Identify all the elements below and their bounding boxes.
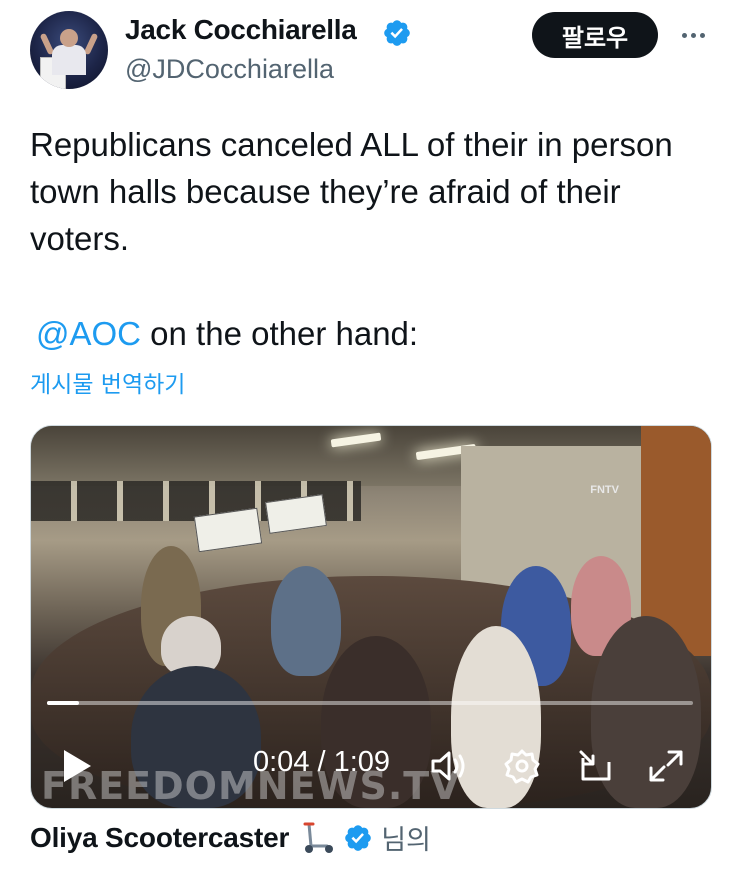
video-progress-bar[interactable] (47, 701, 693, 705)
author-avatar[interactable] (30, 11, 108, 89)
kick-scooter-icon (303, 822, 334, 853)
play-icon[interactable] (61, 748, 93, 784)
tweet-text-line: Republicans canceled ALL of their in per… (30, 126, 673, 257)
author-handle[interactable]: @JDCocchiarella (125, 54, 334, 85)
tweet-mention-line: @AOC on the other hand: (36, 310, 418, 357)
follow-button[interactable]: 팔로우 (532, 12, 658, 58)
picture-in-picture-icon[interactable] (577, 748, 615, 784)
volume-icon[interactable] (429, 748, 469, 784)
video-time: 0:04 / 1:09 (253, 746, 391, 778)
tweet-text-rest: on the other hand: (141, 315, 419, 352)
mention-link[interactable]: @AOC (36, 315, 141, 352)
tweet-body: Republicans canceled ALL of their in per… (30, 121, 720, 262)
fullscreen-icon[interactable] (647, 748, 685, 784)
settings-gear-icon[interactable] (503, 748, 541, 784)
author-name[interactable]: Jack Cocchiarella (125, 14, 357, 46)
translate-post-link[interactable]: 게시물 번역하기 (30, 365, 185, 399)
protest-sign (193, 507, 263, 553)
video-player[interactable]: FNTV FREEDOMNEWS.TV 0:04 / 1:09 (30, 425, 712, 809)
verified-badge-icon (345, 824, 372, 851)
protest-sign (265, 494, 327, 534)
quoted-user-name[interactable]: Oliya Scootercaster (30, 822, 289, 854)
channel-bug: FNTV (590, 484, 619, 496)
quoted-user-row[interactable]: Oliya Scootercaster 님의 (30, 818, 431, 857)
video-progress-fill (47, 701, 80, 705)
more-options-icon[interactable] (676, 22, 710, 48)
video-controls: 0:04 / 1:09 (31, 744, 711, 794)
quoted-user-suffix: 님의 (381, 825, 431, 856)
verified-badge-icon (384, 20, 410, 46)
